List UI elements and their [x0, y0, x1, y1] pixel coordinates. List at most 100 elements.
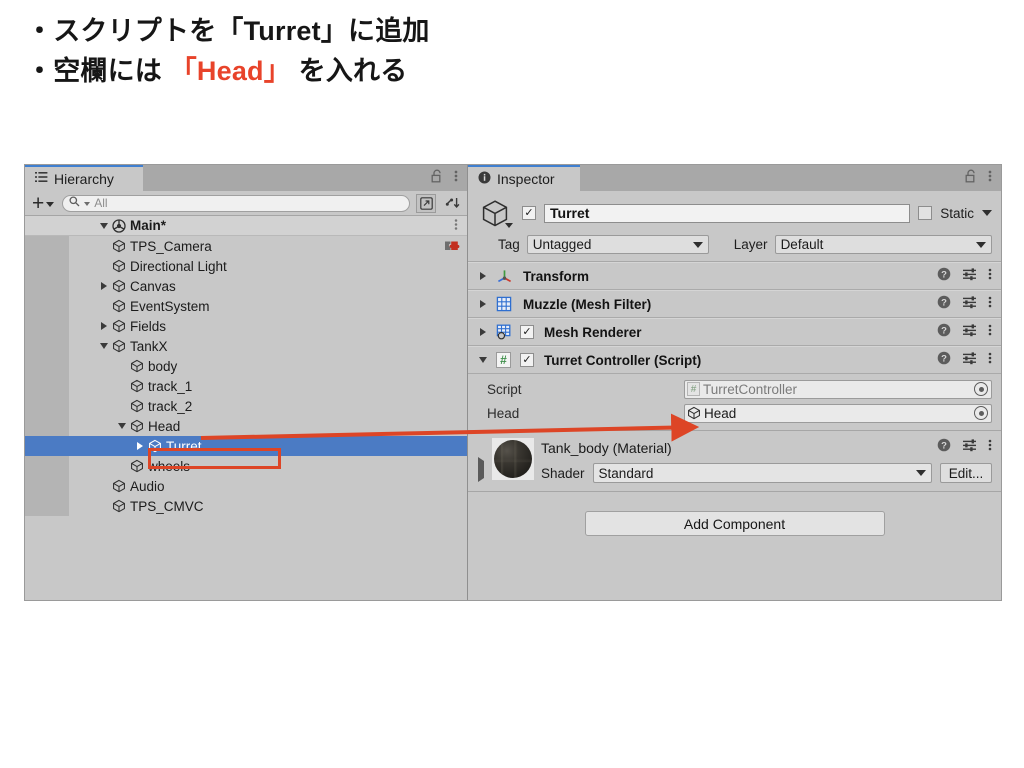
- shader-dropdown[interactable]: Standard: [592, 463, 932, 483]
- checkmark-icon: ✓: [522, 325, 532, 338]
- inspector-name-row: ✓ Turret Static: [476, 198, 992, 228]
- help-circle-icon[interactable]: ?: [937, 438, 951, 457]
- gameobject-cube-icon: [128, 459, 145, 473]
- expand-arrow-icon[interactable]: [97, 322, 110, 330]
- collapse-arrow-icon[interactable]: [97, 343, 110, 349]
- tag-dropdown[interactable]: Untagged: [526, 235, 709, 254]
- static-label: Static: [940, 205, 974, 221]
- expand-arrow-icon[interactable]: [476, 272, 489, 280]
- lock-open-icon[interactable]: [431, 169, 443, 188]
- svg-text:?: ?: [941, 269, 947, 280]
- tree-item-track-1[interactable]: track_1: [25, 376, 467, 396]
- component-row-transform[interactable]: Transform?: [468, 262, 1001, 290]
- tree-item-label: Fields: [130, 318, 167, 334]
- edit-shader-button[interactable]: Edit...: [940, 463, 992, 483]
- object-field-script[interactable]: # TurretController: [684, 379, 992, 399]
- tree-item-tankx[interactable]: TankX: [25, 336, 467, 356]
- object-field-value: Head: [704, 405, 737, 421]
- preset-sliders-icon[interactable]: [962, 295, 977, 314]
- popout-window-icon[interactable]: [416, 193, 436, 213]
- inspector-header: ✓ Turret Static Tag Untagged Layer Defau…: [468, 191, 1001, 262]
- kebab-menu-icon[interactable]: [988, 267, 992, 286]
- kebab-menu-icon[interactable]: [988, 351, 992, 370]
- object-field-head[interactable]: Head: [684, 403, 992, 423]
- tree-item-label: TankX: [130, 338, 168, 354]
- tree-item-directional-light[interactable]: Directional Light: [25, 256, 467, 276]
- chevron-down-icon: [976, 241, 986, 248]
- preset-sliders-icon[interactable]: [962, 267, 977, 286]
- collapse-arrow-icon[interactable]: [476, 357, 489, 363]
- component-row-turret-controller-script[interactable]: # ✓ Turret Controller (Script)?: [468, 346, 1001, 374]
- gameobject-name-input[interactable]: Turret: [544, 203, 911, 223]
- gameobject-cube-icon: [110, 339, 127, 353]
- tab-inspector[interactable]: Inspector: [468, 165, 580, 191]
- tree-item-tps-camera[interactable]: TPS_Camera: [25, 236, 467, 256]
- tree-item-label: Audio: [130, 478, 165, 494]
- transform-axis-icon: [496, 268, 513, 285]
- search-input[interactable]: All: [62, 194, 410, 212]
- layer-dropdown[interactable]: Default: [774, 235, 992, 254]
- hierarchy-rows: TPS_Camera Directional Light Canvas EventSy…: [25, 236, 467, 516]
- preset-sliders-icon[interactable]: [962, 351, 977, 370]
- gameobject-cube-icon: [110, 319, 127, 333]
- component-enabled-checkbox[interactable]: ✓: [520, 325, 534, 339]
- svg-text:?: ?: [941, 297, 947, 308]
- property-label: Script: [487, 381, 522, 397]
- component-title: Turret Controller (Script): [544, 352, 702, 368]
- annotation-box-turret: [148, 448, 281, 469]
- scene-expand-arrow[interactable]: [97, 222, 110, 229]
- tab-hierarchy[interactable]: Hierarchy: [25, 165, 143, 191]
- kebab-menu-icon[interactable]: [988, 323, 992, 342]
- tree-item-tps-cmvc[interactable]: TPS_CMVC: [25, 496, 467, 516]
- tree-item-head[interactable]: Head: [25, 416, 467, 436]
- component-row-mesh-renderer[interactable]: ✓ Mesh Renderer?: [468, 318, 1001, 346]
- tree-item-label: TPS_Camera: [130, 238, 212, 254]
- material-foldout-arrow[interactable]: [478, 457, 484, 482]
- help-circle-icon[interactable]: ?: [937, 267, 951, 286]
- kebab-menu-icon[interactable]: [988, 169, 992, 188]
- gameobject-enabled-checkbox[interactable]: ✓: [522, 206, 536, 220]
- tree-item-canvas[interactable]: Canvas: [25, 276, 467, 296]
- material-sphere-preview: [492, 438, 534, 480]
- tree-item-fields[interactable]: Fields: [25, 316, 467, 336]
- lock-open-icon[interactable]: [965, 169, 977, 188]
- component-title: Transform: [523, 268, 590, 284]
- gameobject-cube-icon: [110, 259, 127, 273]
- scene-row-main[interactable]: Main*: [25, 216, 467, 236]
- tree-item-audio[interactable]: Audio: [25, 476, 467, 496]
- tree-item-body[interactable]: body: [25, 356, 467, 376]
- collapse-arrow-icon[interactable]: [115, 423, 128, 429]
- expand-arrow-icon[interactable]: [133, 442, 146, 450]
- property-row-head: Head Head: [476, 401, 992, 425]
- expand-arrow-icon[interactable]: [97, 282, 110, 290]
- chevron-down-icon[interactable]: [982, 210, 992, 216]
- slide-line-2: ・空欄には 「Head」 を入れる: [26, 52, 726, 92]
- preset-sliders-icon[interactable]: [962, 438, 977, 457]
- object-picker-icon[interactable]: [974, 406, 988, 420]
- object-picker-icon[interactable]: [974, 382, 988, 396]
- kebab-menu-icon[interactable]: [454, 218, 467, 234]
- expand-arrow-icon[interactable]: [476, 300, 489, 308]
- tree-item-eventsystem[interactable]: EventSystem: [25, 296, 467, 316]
- component-enabled-checkbox[interactable]: ✓: [520, 353, 534, 367]
- shader-value: Standard: [598, 465, 654, 481]
- kebab-menu-icon[interactable]: [988, 438, 992, 457]
- sort-icon[interactable]: [440, 194, 464, 213]
- add-gameobject-button[interactable]: +: [30, 193, 56, 214]
- help-circle-icon[interactable]: ?: [937, 295, 951, 314]
- static-checkbox[interactable]: [918, 206, 933, 220]
- hierarchy-list-icon: [35, 171, 48, 187]
- csharp-badge-icon: #: [687, 382, 700, 396]
- checkmark-icon: ✓: [524, 206, 534, 219]
- preset-sliders-icon[interactable]: [962, 323, 977, 342]
- add-component-button[interactable]: Add Component: [584, 511, 885, 536]
- help-circle-icon[interactable]: ?: [937, 323, 951, 342]
- component-row-muzzle-mesh-filter[interactable]: Muzzle (Mesh Filter)?: [468, 290, 1001, 318]
- tree-item-track-2[interactable]: track_2: [25, 396, 467, 416]
- kebab-menu-icon[interactable]: [454, 169, 458, 188]
- csharp-script-icon: #: [496, 352, 513, 368]
- kebab-menu-icon[interactable]: [988, 295, 992, 314]
- expand-arrow-icon[interactable]: [476, 328, 489, 336]
- help-circle-icon[interactable]: ?: [937, 351, 951, 370]
- property-row-script: Script # TurretController: [476, 377, 992, 401]
